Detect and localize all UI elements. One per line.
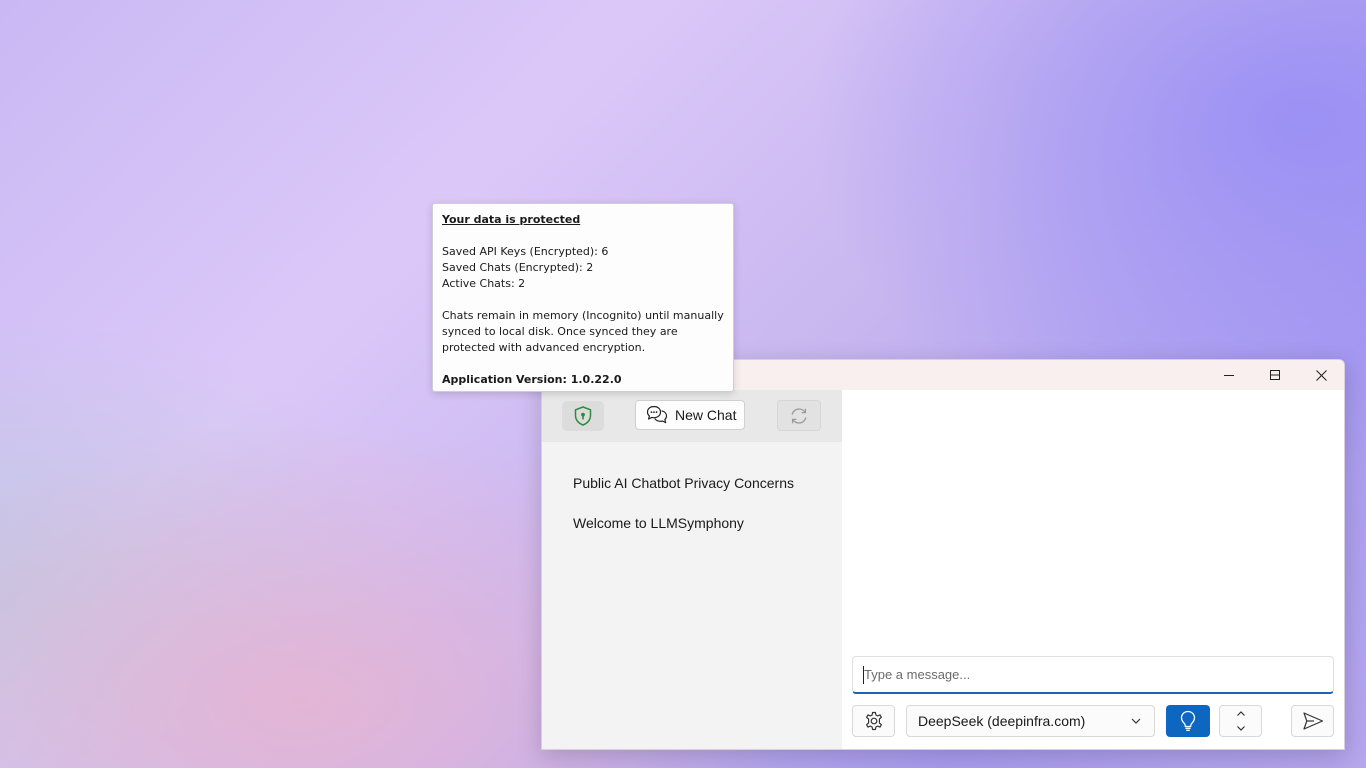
new-chat-label: New Chat <box>675 407 737 423</box>
sidebar-toolbar: New Chat <box>542 390 842 442</box>
sync-icon <box>791 407 807 424</box>
tooltip-description: Chats remain in memory (Incognito) until… <box>442 309 724 354</box>
model-select[interactable]: DeepSeek (deepinfra.com) <box>906 705 1155 737</box>
maximize-icon <box>1270 370 1280 380</box>
app-window: New Chat Public AI Chatbot Privacy Conce… <box>541 359 1345 750</box>
maximize-button[interactable] <box>1252 360 1298 390</box>
model-select-value: DeepSeek (deepinfra.com) <box>918 713 1086 729</box>
expand-vertical-icon <box>1236 711 1245 731</box>
chat-list-item[interactable]: Public AI Chatbot Privacy Concerns <box>573 475 794 491</box>
expand-input-button[interactable] <box>1219 705 1262 737</box>
send-button[interactable] <box>1291 705 1334 737</box>
gear-icon <box>865 711 882 731</box>
close-icon <box>1315 369 1327 381</box>
privacy-shield-button[interactable] <box>562 401 604 431</box>
tooltip-saved-chats: Saved Chats (Encrypted): 2 <box>442 261 594 274</box>
settings-button[interactable] <box>852 705 895 737</box>
chat-sidebar: New Chat Public AI Chatbot Privacy Conce… <box>542 390 842 749</box>
chat-main-area: DeepSeek (deepinfra.com) <box>842 390 1344 749</box>
minimize-button[interactable] <box>1206 360 1252 390</box>
close-button[interactable] <box>1298 360 1344 390</box>
chevron-down-icon <box>1131 718 1141 724</box>
send-icon <box>1302 712 1323 730</box>
tooltip-active-chats: Active Chats: 2 <box>442 277 526 290</box>
tooltip-version: Application Version: 1.0.22.0 <box>442 373 622 386</box>
message-input[interactable] <box>852 656 1334 694</box>
tooltip-title: Your data is protected <box>442 213 581 226</box>
lightbulb-icon <box>1180 710 1196 731</box>
shield-icon <box>574 406 592 426</box>
tooltip-api-keys: Saved API Keys (Encrypted): 6 <box>442 245 609 258</box>
new-chat-button[interactable]: New Chat <box>635 400 745 430</box>
chat-list-item[interactable]: Welcome to LLMSymphony <box>573 515 744 531</box>
suggestions-button[interactable] <box>1166 705 1210 737</box>
sync-button[interactable] <box>777 400 821 431</box>
minimize-icon <box>1224 375 1234 376</box>
privacy-tooltip: Your data is protected Saved API Keys (E… <box>432 203 734 392</box>
chat-bubbles-icon <box>646 405 668 424</box>
text-caret <box>863 666 864 684</box>
